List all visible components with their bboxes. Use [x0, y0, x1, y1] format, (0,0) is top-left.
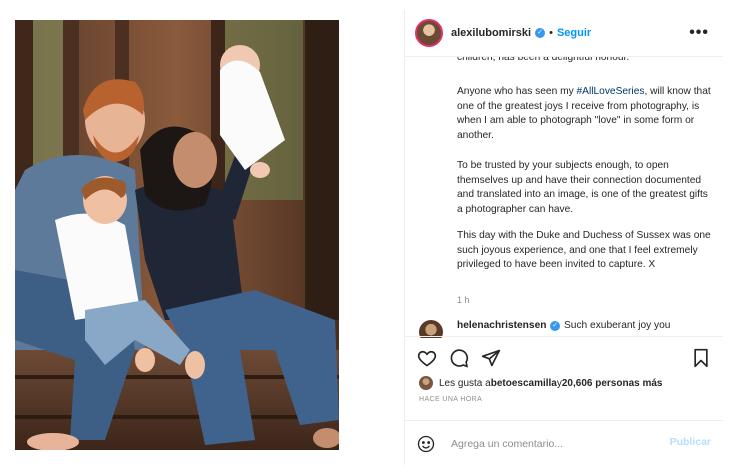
emoji-icon[interactable] [417, 435, 435, 458]
bookmark-icon[interactable] [692, 348, 710, 373]
add-comment-bar: Publicar [405, 420, 723, 465]
likes-count[interactable]: 20,606 personas más [562, 378, 663, 389]
caption-timestamp[interactable]: 1 h [457, 293, 470, 308]
caption-paragraph-2: To be trusted by your subjects enough, t… [457, 160, 708, 215]
verified-badge-icon: ✓ [535, 28, 546, 38]
liker-username[interactable]: betoescamilla [491, 378, 557, 389]
caption-paragraph-3: This day with the Duke and Duchess of Su… [457, 230, 711, 270]
author-username[interactable]: alexilubomirski [451, 27, 531, 39]
more-options-icon[interactable]: ••• [689, 24, 709, 42]
caption-text: Anyone who has seen my [457, 86, 577, 97]
verified-badge-icon: ✓ [550, 321, 560, 331]
post-photo-illustration [15, 20, 339, 450]
likes-summary: Les gusta a betoescamilla y 20,606 perso… [419, 375, 663, 391]
heart-icon[interactable] [417, 348, 437, 373]
caption-scroll-area[interactable]: children, has been a delightful honour. … [405, 57, 723, 327]
comment-icon[interactable] [449, 348, 469, 373]
post-photo[interactable] [15, 20, 339, 450]
comment-input[interactable] [449, 433, 653, 455]
post-header: alexilubomirski ✓ • Seguir ••• [405, 10, 723, 57]
likes-prefix: Les gusta a [439, 377, 491, 389]
caption-paragraph-1: Anyone who has seen my #AllLoveSeries, w… [457, 85, 713, 143]
liker-avatar[interactable] [419, 376, 433, 390]
comment-text: Such exuberant joy you [564, 320, 671, 331]
action-bar [405, 336, 723, 377]
header-separator: • [549, 27, 553, 39]
share-icon[interactable] [481, 348, 501, 373]
commenter-username[interactable]: helenachristensen [457, 320, 546, 331]
publish-button[interactable]: Publicar [670, 436, 711, 448]
hashtag-link[interactable]: #AllLoveSeries [577, 86, 645, 97]
post-detail-panel: alexilubomirski ✓ • Seguir ••• children,… [404, 10, 723, 465]
post-date[interactable]: HACE UNA HORA [419, 396, 482, 403]
follow-button[interactable]: Seguir [557, 27, 591, 39]
caption-partial-line: children, has been a delightful honour. [457, 57, 630, 63]
author-avatar[interactable] [415, 19, 443, 47]
